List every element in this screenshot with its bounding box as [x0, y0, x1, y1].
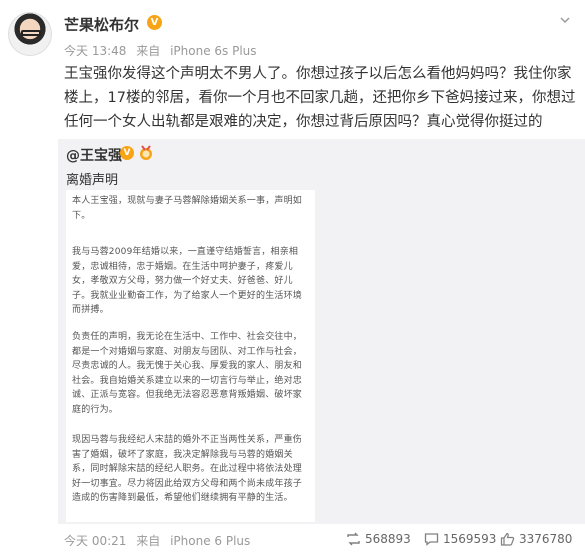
- repost-verified-badge-icon: V: [120, 146, 134, 160]
- reposted-content[interactable]: @王宝强 V 离婚声明 本人王宝强，现就与妻子马蓉解除婚姻关系一事，声明如下。 …: [58, 139, 585, 524]
- statement-paragraph-2: 我与马蓉2009年结婚以来，一直谨守结婚誓言，相亲相爱，忠诚相待，忠于婚姻。在生…: [72, 247, 303, 315]
- post-meta: 今天 13:48 来自 iPhone 6s Plus: [64, 42, 257, 59]
- repost-icon: [347, 532, 360, 546]
- like-count: 3376780: [519, 532, 573, 546]
- repost-author-name[interactable]: @王宝强: [66, 145, 122, 165]
- statement-image[interactable]: 本人王宝强，现就与妻子马蓉解除婚姻关系一事，声明如下。 我与马蓉2009年结婚以…: [66, 190, 315, 522]
- statement-paragraph-1: 本人王宝强，现就与妻子马蓉解除婚姻关系一事，声明如下。: [72, 196, 303, 221]
- post-source-prefix: 来自: [136, 44, 161, 58]
- comment-count: 1569593: [443, 532, 497, 546]
- comment-count-button[interactable]: 1569593: [424, 530, 496, 548]
- post-source[interactable]: iPhone 6s Plus: [170, 44, 256, 58]
- repost-count: 568893: [365, 532, 411, 546]
- repost-meta: 今天 00:21 来自 iPhone 6 Plus: [64, 532, 250, 549]
- verified-badge-icon: V: [147, 15, 162, 30]
- repost-text: 离婚声明: [66, 173, 119, 188]
- post-time[interactable]: 今天 13:48: [64, 44, 126, 58]
- avatar-glasses: [21, 30, 41, 36]
- repost-source-prefix: 来自: [136, 534, 161, 548]
- thumbs-up-icon: [500, 532, 515, 546]
- repost-count-button[interactable]: 568893: [346, 530, 411, 548]
- post-text: 王宝强你发得这个声明太不男人了。你想过孩子以后怎么看他妈妈吗？我住你家楼上，17…: [64, 66, 576, 130]
- medal-icon: [140, 145, 152, 160]
- chevron-down-icon[interactable]: [559, 14, 571, 26]
- repost-footer: 今天 00:21 来自 iPhone 6 Plus 568893 1569593…: [0, 525, 585, 553]
- like-count-button[interactable]: 3376780: [500, 530, 572, 548]
- statement-paragraph-3: 负责任的声明，我无论在生活中、工作中、社会交往中，都是一个对婚姻与家庭、对朋友与…: [72, 332, 303, 415]
- statement-paragraph-4: 现因马蓉与我经纪人宋喆的婚外不正当两性关系，严重伤害了婚姻，破坏了家庭，我决定解…: [72, 435, 303, 503]
- repost-time[interactable]: 今天 00:21: [64, 534, 126, 548]
- weibo-post: 芒果松布尔 V 今天 13:48 来自 iPhone 6s Plus 王宝强你发…: [0, 0, 585, 553]
- repost-source[interactable]: iPhone 6 Plus: [170, 534, 250, 548]
- author-name[interactable]: 芒果松布尔: [64, 14, 139, 35]
- comment-icon: [424, 533, 439, 546]
- author-avatar[interactable]: [8, 12, 52, 56]
